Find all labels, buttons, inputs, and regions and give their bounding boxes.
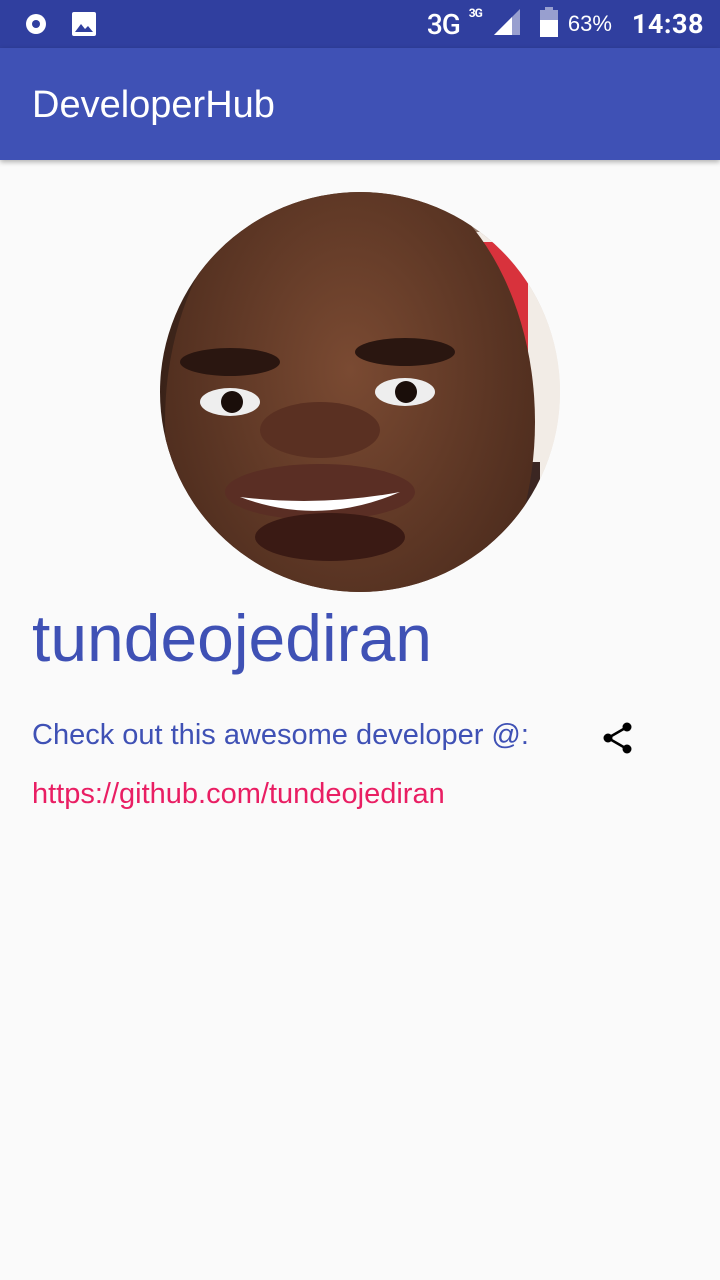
system-icons: 3G 3G 63% 14:38: [427, 0, 704, 48]
avatar-photo: [160, 192, 560, 592]
profile-avatar: [160, 192, 560, 592]
status-bar: 3G 3G 63% 14:38: [0, 0, 720, 48]
share-button[interactable]: [596, 716, 640, 760]
battery-icon: [539, 7, 558, 41]
notification-icons: [24, 11, 97, 41]
promo-text: Check out this awesome developer @:: [32, 719, 529, 751]
username: tundeojediran: [32, 601, 432, 675]
signal-icon: [492, 7, 522, 41]
app-bar: DeveloperHub: [0, 48, 720, 160]
status-clock: 14:38: [631, 8, 704, 40]
media-icon: [24, 12, 48, 40]
app-title: DeveloperHub: [32, 84, 275, 126]
gallery-icon: [71, 11, 97, 41]
share-icon: [603, 722, 632, 754]
github-profile-link[interactable]: https://github.com/tundeojediran: [32, 778, 445, 811]
battery-level: 63%: [567, 11, 612, 36]
network-type: 3G 3G: [426, 5, 483, 41]
